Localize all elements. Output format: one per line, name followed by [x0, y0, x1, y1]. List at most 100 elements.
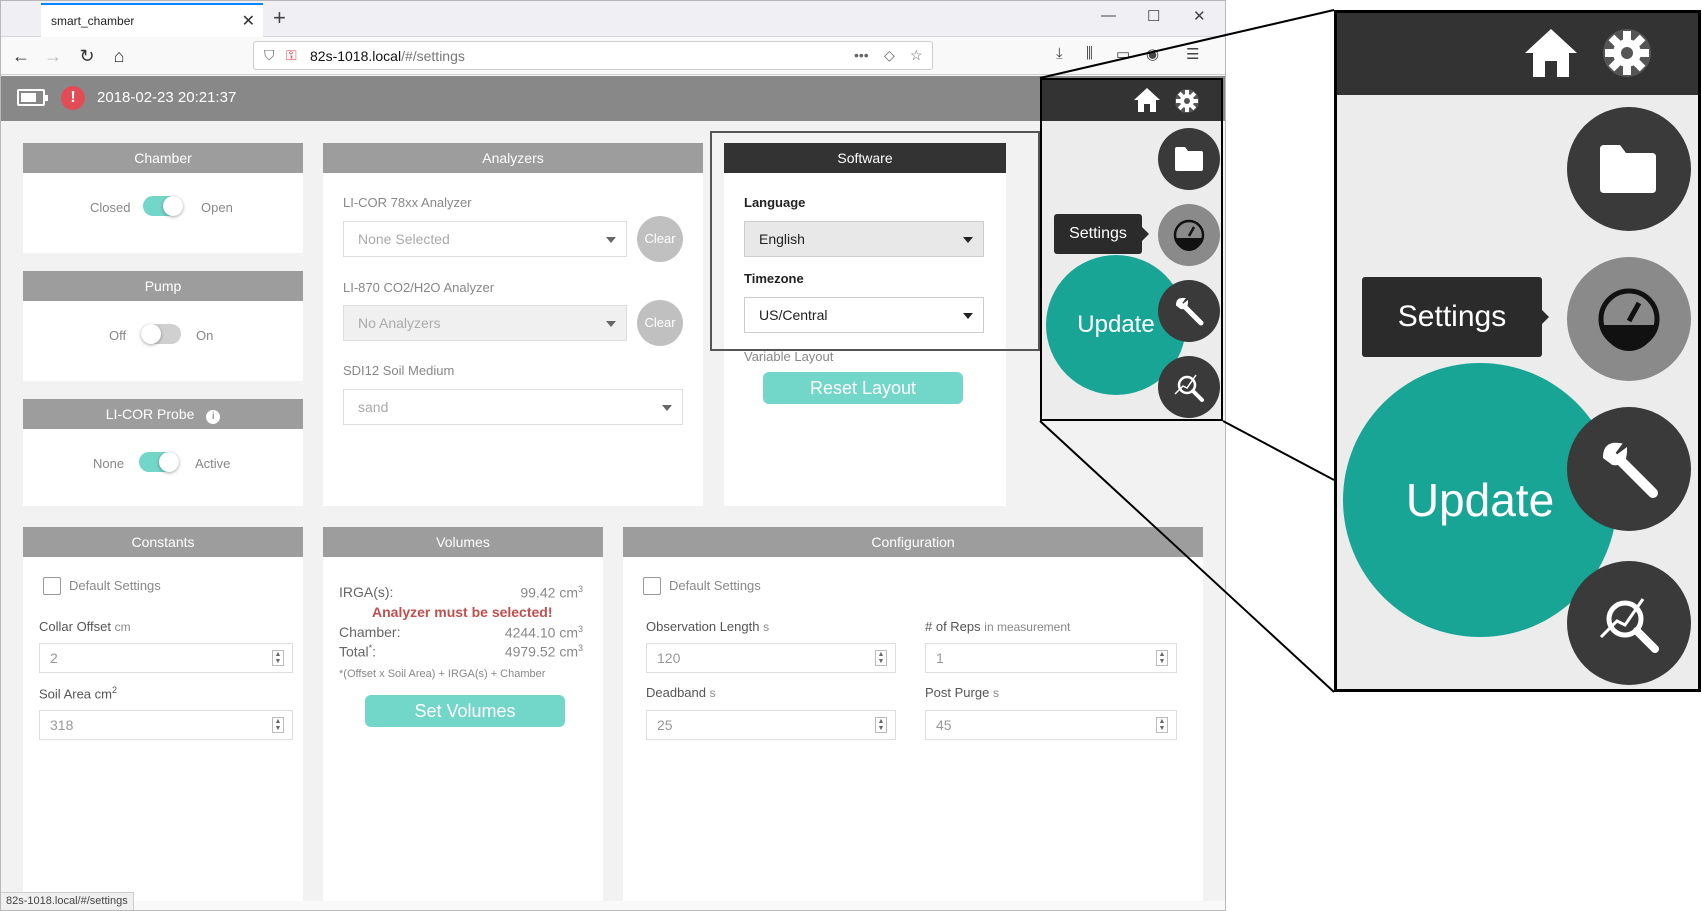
constants-default-checkbox[interactable] — [43, 577, 61, 595]
soil-medium-label: SDI12 Soil Medium — [343, 363, 455, 378]
configuration-card: Configuration Default Settings Observati… — [623, 527, 1203, 901]
download-icon[interactable]: ⤓ — [1056, 45, 1063, 62]
home-icon — [1525, 29, 1577, 77]
tools-button[interactable] — [1158, 280, 1220, 342]
total-volume-unit: cm — [559, 643, 578, 660]
sidebar-icon[interactable]: ▭ — [1116, 45, 1130, 63]
pocket-icon[interactable]: ◇ — [884, 47, 895, 64]
pump-toggle[interactable] — [141, 324, 181, 344]
minimize-icon[interactable]: — — [1101, 7, 1116, 24]
constants-default-label: Default Settings — [69, 578, 161, 593]
soil-area-label-row: Soil Area cm2 — [39, 685, 117, 701]
stepper-icon[interactable]: ▲ ▼ — [1156, 650, 1168, 666]
reps-label-row: # of Reps in measurement — [925, 619, 1070, 634]
stepper-icon[interactable]: ▲ ▼ — [875, 650, 887, 666]
gear-icon[interactable] — [1174, 88, 1200, 114]
analyzer-78xx-clear-button[interactable]: Clear — [637, 216, 683, 262]
soil-area-unit: cm — [94, 686, 113, 702]
forward-icon[interactable]: → — [41, 44, 65, 68]
volumes-title: Volumes — [323, 527, 603, 557]
chevron-down-icon — [662, 405, 672, 411]
stepper-icon[interactable]: ▲ ▼ — [272, 650, 284, 666]
analyzer-78xx-select[interactable]: None Selected — [343, 221, 627, 257]
alert-icon[interactable]: ! — [61, 86, 85, 110]
collar-offset-label-row: Collar Offset cm — [39, 619, 131, 634]
settings-button[interactable] — [1158, 204, 1220, 266]
tab-close-icon[interactable]: ✕ — [242, 11, 255, 31]
reps-value: 1 — [936, 650, 944, 666]
total-volume-sup: 3 — [577, 643, 583, 653]
info-icon[interactable]: i — [206, 410, 221, 424]
analyzer-870-clear-button[interactable]: Clear — [637, 300, 683, 346]
stepper-icon[interactable]: ▲ ▼ — [875, 717, 887, 733]
account-icon[interactable]: ◉ — [1146, 45, 1159, 63]
browser-tab[interactable]: smart_chamber ✕ — [41, 3, 263, 37]
irga-unit: cm — [559, 584, 578, 601]
chamber-toggle[interactable] — [143, 196, 183, 216]
deadband-value: 25 — [657, 717, 673, 733]
irga-value-row: 99.42 cm3 — [483, 584, 583, 601]
irga-unit-sup: 3 — [577, 584, 583, 594]
obs-length-input[interactable]: 120 ▲ ▼ — [646, 643, 896, 673]
search-chart-icon — [1599, 598, 1659, 653]
zoom-update-label: Update — [1405, 474, 1555, 526]
total-label: Total — [339, 643, 369, 660]
chamber-closed-label: Closed — [90, 200, 131, 215]
obs-length-label: Observation Length — [646, 619, 760, 634]
post-purge-label-row: Post Purge s — [925, 685, 999, 700]
home-icon[interactable] — [1133, 87, 1161, 113]
set-volumes-button[interactable]: Set Volumes — [365, 695, 565, 727]
shield-icon[interactable]: ⛉ — [264, 47, 275, 64]
collar-offset-unit: cm — [114, 620, 131, 634]
new-tab-icon[interactable]: + — [273, 5, 286, 31]
tab-title: smart_chamber — [51, 14, 135, 28]
url-bar[interactable]: ⛉ ⚿ 82s-1018.local/#/settings ••• ◇ ☆ — [253, 41, 933, 70]
stepper-icon[interactable]: ▲ ▼ — [1156, 717, 1168, 733]
chamber-volume-sup: 3 — [577, 624, 583, 634]
post-purge-label: Post Purge — [925, 685, 990, 700]
constants-card: Constants Default Settings Collar Offset… — [23, 527, 303, 901]
probe-none-label: None — [93, 456, 125, 471]
back-icon[interactable]: ← — [9, 44, 33, 68]
reps-input[interactable]: 1 ▲ ▼ — [925, 643, 1177, 673]
reset-layout-button[interactable]: Reset Layout — [763, 372, 963, 404]
deadband-input[interactable]: 25 ▲ ▼ — [646, 710, 896, 740]
obs-length-value: 120 — [657, 650, 681, 666]
total-label-row: Total*: — [339, 643, 376, 660]
pump-on-label: On — [196, 328, 214, 343]
soil-medium-select[interactable]: sand — [343, 389, 683, 425]
gauge-icon — [1173, 219, 1205, 251]
folder-button[interactable] — [1158, 128, 1220, 190]
zoom-top-bar — [1337, 13, 1698, 95]
maximize-icon[interactable]: ☐ — [1147, 7, 1160, 25]
menu-icon[interactable]: ☰ — [1186, 45, 1199, 63]
total-volume-value: 4979.52 — [504, 643, 556, 660]
analyzers-card: Analyzers LI-COR 78xx Analyzer None Sele… — [323, 143, 703, 506]
probe-toggle[interactable] — [139, 452, 179, 472]
url-path: /#/settings — [401, 48, 465, 64]
pump-off-label: Off — [109, 328, 127, 343]
post-purge-input[interactable]: 45 ▲ ▼ — [925, 710, 1177, 740]
zoom-inset-panel: Update Settings — [1334, 10, 1701, 692]
analyzer-78xx-label: LI-COR 78xx Analyzer — [343, 195, 472, 210]
home-icon[interactable]: ⌂ — [107, 44, 131, 68]
more-icon[interactable]: ••• — [854, 47, 869, 63]
soil-area-input[interactable]: 318 ▲ ▼ — [39, 710, 293, 740]
reload-icon[interactable]: ↻ — [75, 44, 99, 68]
post-purge-value: 45 — [936, 717, 952, 733]
zoom-folder-button — [1567, 107, 1691, 231]
stepper-icon[interactable]: ▲ ▼ — [272, 717, 284, 733]
bookmark-star-icon[interactable]: ☆ — [910, 47, 923, 64]
volumes-card: Volumes IRGA(s): 99.42 cm3 Analyzer must… — [323, 527, 603, 901]
reps-label: # of Reps — [925, 619, 981, 634]
config-default-checkbox[interactable] — [643, 577, 661, 595]
irga-label: IRGA(s): — [339, 584, 394, 600]
window-close-icon[interactable]: ✕ — [1193, 7, 1206, 25]
analyze-button[interactable] — [1158, 356, 1220, 418]
insecure-lock-icon[interactable]: ⚿ — [286, 47, 297, 64]
collar-offset-input[interactable]: 2 ▲ ▼ — [39, 643, 293, 673]
deadband-label-row: Deadband s — [646, 685, 716, 700]
library-icon[interactable]: ⫼ — [1086, 45, 1093, 62]
analyzer-870-select[interactable]: No Analyzers — [343, 305, 627, 341]
fab-menu-panel: Update Settings — [1040, 78, 1223, 421]
